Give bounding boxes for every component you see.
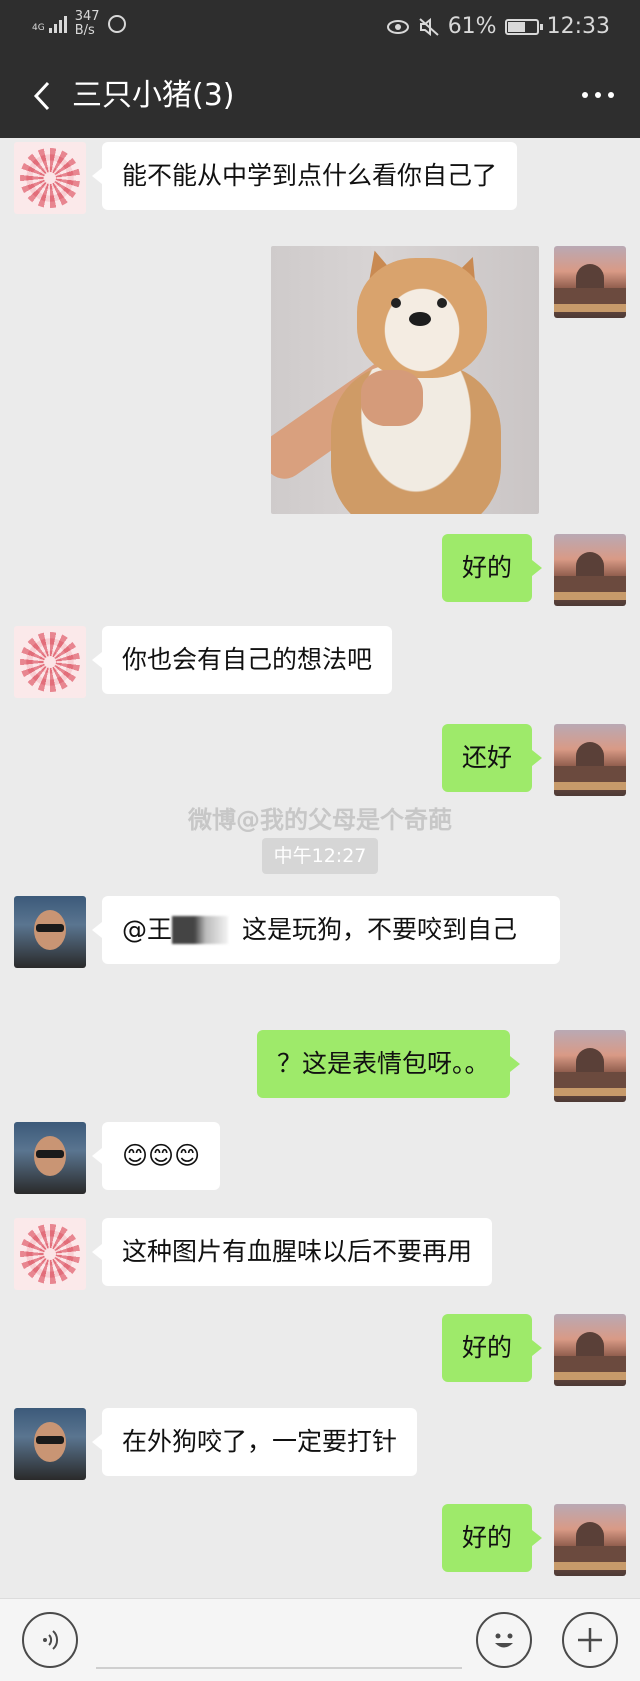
back-button[interactable] xyxy=(22,76,62,116)
watermark: 微博@我的父母是个奇葩 xyxy=(188,806,452,834)
avatar[interactable] xyxy=(14,626,86,698)
input-bar xyxy=(0,1598,640,1681)
plus-button[interactable] xyxy=(562,1612,618,1668)
chevron-left-icon xyxy=(33,81,50,111)
emoji-icon xyxy=(495,1633,513,1648)
mute-icon xyxy=(419,17,439,36)
voice-button[interactable] xyxy=(22,1612,78,1668)
avatar[interactable] xyxy=(554,534,626,606)
message-bubble-incoming[interactable]: 能不能从中学到点什么看你自己了 xyxy=(91,142,518,210)
message-input[interactable] xyxy=(96,1611,462,1669)
shiba-dog-image[interactable] xyxy=(271,246,539,514)
plus-icon xyxy=(578,1628,602,1652)
more-dots-icon[interactable] xyxy=(582,92,614,98)
message-bubble-incoming[interactable]: 😊😊😊 xyxy=(91,1122,221,1190)
battery-icon xyxy=(504,18,543,35)
message-bubble-incoming[interactable]: 在外狗咬了，一定要打针 xyxy=(91,1408,418,1476)
eye-icon xyxy=(386,19,409,34)
avatar[interactable] xyxy=(14,142,86,214)
network-speed: 347 B/s xyxy=(74,9,100,38)
chat-title: 三只小猪(3) xyxy=(72,78,235,113)
status-bar: 4G 347 B/s 61% 12:33 xyxy=(0,0,640,54)
redacted-name xyxy=(172,916,229,944)
avatar[interactable] xyxy=(554,1504,626,1576)
message-bubble-outgoing[interactable]: 还好 xyxy=(442,724,543,792)
voice-icon xyxy=(43,1630,59,1650)
message-bubble-incoming[interactable]: 你也会有自己的想法吧 xyxy=(91,626,393,694)
message-list[interactable]: 能不能从中学到点什么看你自己了 好的 你也会有自己的想法吧 还好 微博@我的父母… xyxy=(0,138,640,1598)
battery-percent: 61% xyxy=(447,14,497,39)
avatar[interactable] xyxy=(14,1122,86,1194)
globe-icon xyxy=(107,15,126,33)
message-bubble-incoming[interactable]: @王 这是玩狗，不要咬到自己 xyxy=(92,896,560,964)
signal-icon: 4G xyxy=(32,15,67,33)
message-bubble-outgoing[interactable]: 好的 xyxy=(442,1504,543,1572)
avatar[interactable] xyxy=(554,246,626,318)
message-bubble-outgoing[interactable]: 好的 xyxy=(442,1314,543,1382)
avatar[interactable] xyxy=(554,1030,626,1102)
avatar[interactable] xyxy=(14,1218,86,1290)
message-bubble-incoming[interactable]: 这种图片有血腥味以后不要再用 xyxy=(91,1218,493,1286)
avatar[interactable] xyxy=(554,1314,626,1386)
time-divider: 中午12:27 xyxy=(262,838,378,874)
avatar[interactable] xyxy=(14,896,86,968)
avatar[interactable] xyxy=(14,1408,86,1480)
emoji-button[interactable] xyxy=(476,1612,532,1668)
clock: 12:33 xyxy=(546,14,610,39)
avatar[interactable] xyxy=(554,724,626,796)
chat-header: 三只小猪(3) xyxy=(0,54,640,138)
message-bubble-outgoing[interactable]: 好的 xyxy=(442,534,543,602)
mention[interactable]: @王 xyxy=(122,915,172,944)
message-text: 这是玩狗，不要咬到自己 xyxy=(242,915,518,944)
message-bubble-outgoing[interactable]: ？这是表情包呀。。 xyxy=(257,1030,520,1098)
